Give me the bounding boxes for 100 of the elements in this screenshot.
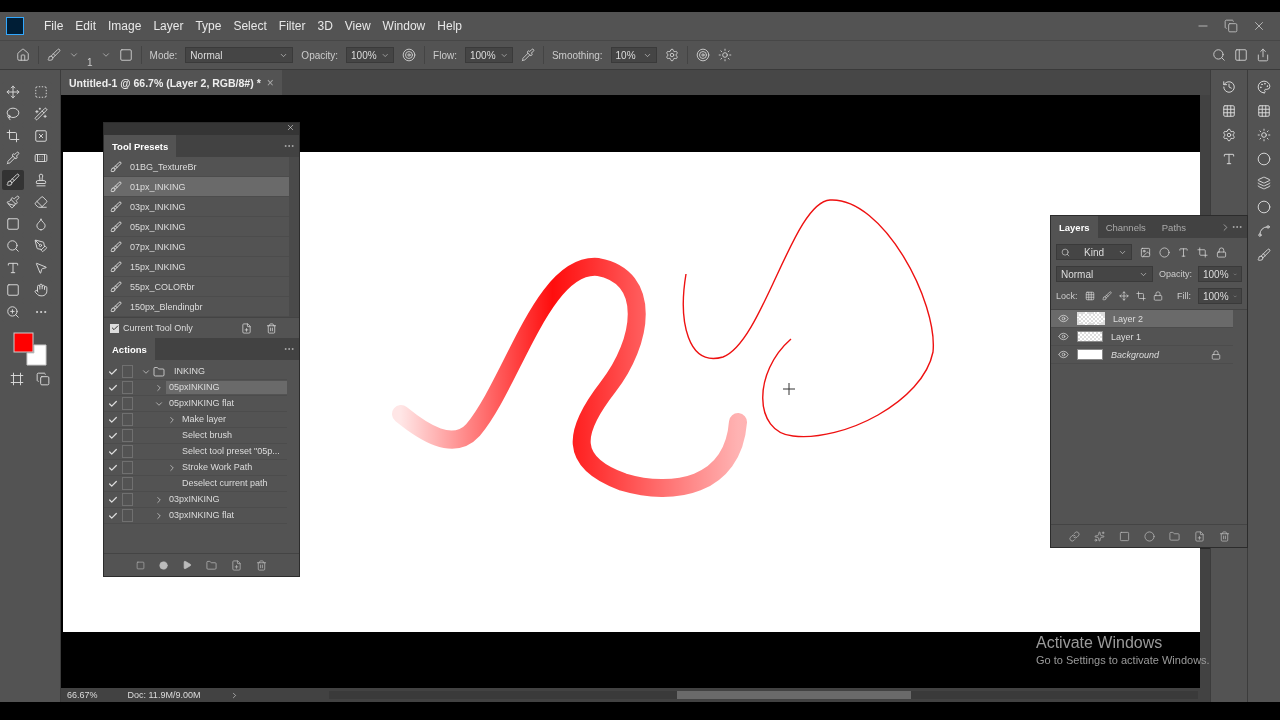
brush-icon[interactable] bbox=[47, 48, 61, 62]
checkbox-label: Current Tool Only bbox=[123, 323, 193, 333]
search-icon[interactable] bbox=[1212, 48, 1226, 62]
brush-size[interactable]: 1 bbox=[87, 42, 93, 68]
opacity-field[interactable]: 100% bbox=[1198, 266, 1242, 282]
screen-mode-icon[interactable] bbox=[36, 372, 50, 386]
play-icon[interactable] bbox=[182, 560, 192, 570]
layers-icon[interactable] bbox=[1257, 176, 1271, 190]
fill-field[interactable]: 100% bbox=[1198, 288, 1242, 304]
lock-pixels-icon[interactable] bbox=[1084, 291, 1095, 301]
record-icon[interactable] bbox=[159, 560, 168, 570]
swatches-icon[interactable] bbox=[1257, 104, 1271, 118]
menu-item[interactable]: Select bbox=[227, 19, 273, 33]
dialog-toggle[interactable] bbox=[122, 365, 133, 378]
history-icon[interactable] bbox=[1222, 80, 1236, 94]
restore-icon[interactable] bbox=[1224, 19, 1238, 33]
pressure-size-icon[interactable] bbox=[695, 48, 710, 62]
lock-artboard-icon[interactable] bbox=[1135, 291, 1146, 301]
zoom-level[interactable]: 66.67% bbox=[67, 690, 98, 700]
menu-item[interactable]: Type bbox=[189, 19, 228, 33]
brush-icon bbox=[110, 220, 122, 233]
shape-filter-icon[interactable] bbox=[1197, 246, 1208, 258]
image-filter-icon[interactable] bbox=[1140, 246, 1151, 258]
scrollbar-track[interactable] bbox=[1200, 95, 1210, 215]
lock-all-icon[interactable] bbox=[1152, 291, 1163, 301]
paths-icon[interactable] bbox=[1257, 224, 1271, 238]
dialog-toggle[interactable] bbox=[122, 477, 133, 490]
dialog-toggle[interactable] bbox=[122, 461, 133, 474]
mode-dropdown[interactable]: Normal bbox=[185, 47, 294, 63]
effects-icon[interactable] bbox=[1093, 530, 1105, 542]
quick-mask-icon[interactable] bbox=[10, 372, 24, 386]
opacity-field[interactable]: 100% bbox=[346, 47, 395, 63]
close-icon[interactable] bbox=[1252, 19, 1266, 33]
lock-position-icon[interactable] bbox=[1118, 291, 1129, 301]
close-icon[interactable] bbox=[286, 123, 295, 132]
eye-icon[interactable] bbox=[1058, 313, 1069, 324]
stop-icon[interactable] bbox=[136, 560, 145, 570]
filter-dropdown[interactable]: Kind bbox=[1056, 244, 1132, 260]
horizontal-scrollbar[interactable] bbox=[329, 691, 1198, 699]
menu-item[interactable]: 3D bbox=[311, 19, 339, 33]
scrollbar-thumb[interactable] bbox=[676, 691, 912, 699]
home-icon[interactable] bbox=[16, 48, 30, 62]
lock-brush-icon[interactable] bbox=[1101, 291, 1112, 301]
menu-item[interactable]: Layer bbox=[147, 19, 190, 33]
folder-icon[interactable] bbox=[206, 559, 217, 571]
close-tab[interactable]: × bbox=[266, 75, 274, 90]
dialog-toggle[interactable] bbox=[122, 493, 133, 506]
blend-mode-dropdown[interactable]: Normal bbox=[1056, 266, 1153, 282]
layer-name: Background bbox=[1111, 349, 1160, 360]
link-icon[interactable] bbox=[1068, 530, 1080, 542]
share-icon[interactable] bbox=[1256, 48, 1270, 62]
foreground-swatch[interactable] bbox=[13, 332, 34, 353]
pressure-opacity-icon[interactable] bbox=[402, 48, 417, 62]
layer-row[interactable]: Layer 1 bbox=[1051, 328, 1233, 346]
flow-field[interactable]: 100% bbox=[464, 47, 513, 63]
panel-tab[interactable]: Layers bbox=[1051, 216, 1098, 238]
properties-icon[interactable] bbox=[1222, 128, 1236, 142]
new-action-icon[interactable] bbox=[231, 559, 242, 571]
menu-item[interactable]: Image bbox=[102, 19, 148, 33]
document-tab[interactable]: Untitled-1 @ 66.7% (Layer 2, RGB/8#) * × bbox=[61, 70, 282, 95]
brush-settings-icon[interactable] bbox=[1257, 248, 1271, 262]
menu-item[interactable]: Filter bbox=[272, 19, 312, 33]
menu-item[interactable]: Edit bbox=[69, 19, 103, 33]
dialog-toggle[interactable] bbox=[122, 509, 133, 522]
menu-item[interactable]: Help bbox=[431, 19, 468, 33]
action-item[interactable]: Make layer bbox=[179, 413, 229, 426]
trash-icon[interactable] bbox=[1218, 530, 1230, 542]
workspace-icon[interactable] bbox=[1234, 48, 1248, 62]
color-icon[interactable] bbox=[1257, 80, 1271, 94]
brush-panel-icon[interactable] bbox=[118, 48, 133, 62]
checkbox[interactable] bbox=[110, 323, 119, 333]
new-layer-icon[interactable] bbox=[1193, 530, 1205, 542]
folder-icon[interactable] bbox=[1168, 530, 1180, 542]
panel-tab[interactable]: Actions bbox=[104, 338, 155, 360]
libraries-icon[interactable] bbox=[1222, 104, 1236, 118]
menu-item[interactable]: File bbox=[38, 19, 70, 33]
trash-icon[interactable] bbox=[256, 559, 267, 571]
tool-button[interactable] bbox=[2, 170, 24, 190]
mask-icon[interactable] bbox=[1118, 530, 1130, 542]
layer-row[interactable]: Layer 2 bbox=[1051, 310, 1233, 328]
smoothing-field[interactable]: 10% bbox=[610, 47, 657, 63]
menu-item[interactable]: View bbox=[338, 19, 377, 33]
trash-icon[interactable] bbox=[266, 322, 277, 334]
frame-icon bbox=[34, 129, 48, 143]
dialog-toggle[interactable] bbox=[122, 429, 133, 442]
eye-icon[interactable] bbox=[1058, 331, 1069, 342]
eye-icon[interactable] bbox=[1058, 349, 1069, 360]
menu-item[interactable]: Window bbox=[376, 19, 432, 33]
dialog-toggle[interactable] bbox=[122, 397, 133, 410]
panel-tab[interactable]: Tool Presets bbox=[104, 135, 177, 157]
new-preset-icon[interactable] bbox=[241, 322, 252, 334]
action-item[interactable]: 05pxINKING bbox=[166, 381, 287, 394]
dialog-toggle[interactable] bbox=[122, 413, 133, 426]
settings-icon[interactable] bbox=[664, 48, 679, 62]
preset-item[interactable]: 01px_INKING bbox=[104, 177, 289, 197]
dialog-toggle[interactable] bbox=[122, 381, 133, 394]
layer-row[interactable]: Background bbox=[1051, 346, 1233, 364]
character-icon[interactable] bbox=[1222, 152, 1236, 166]
dialog-toggle[interactable] bbox=[122, 445, 133, 458]
type-filter-icon[interactable] bbox=[1178, 246, 1189, 258]
